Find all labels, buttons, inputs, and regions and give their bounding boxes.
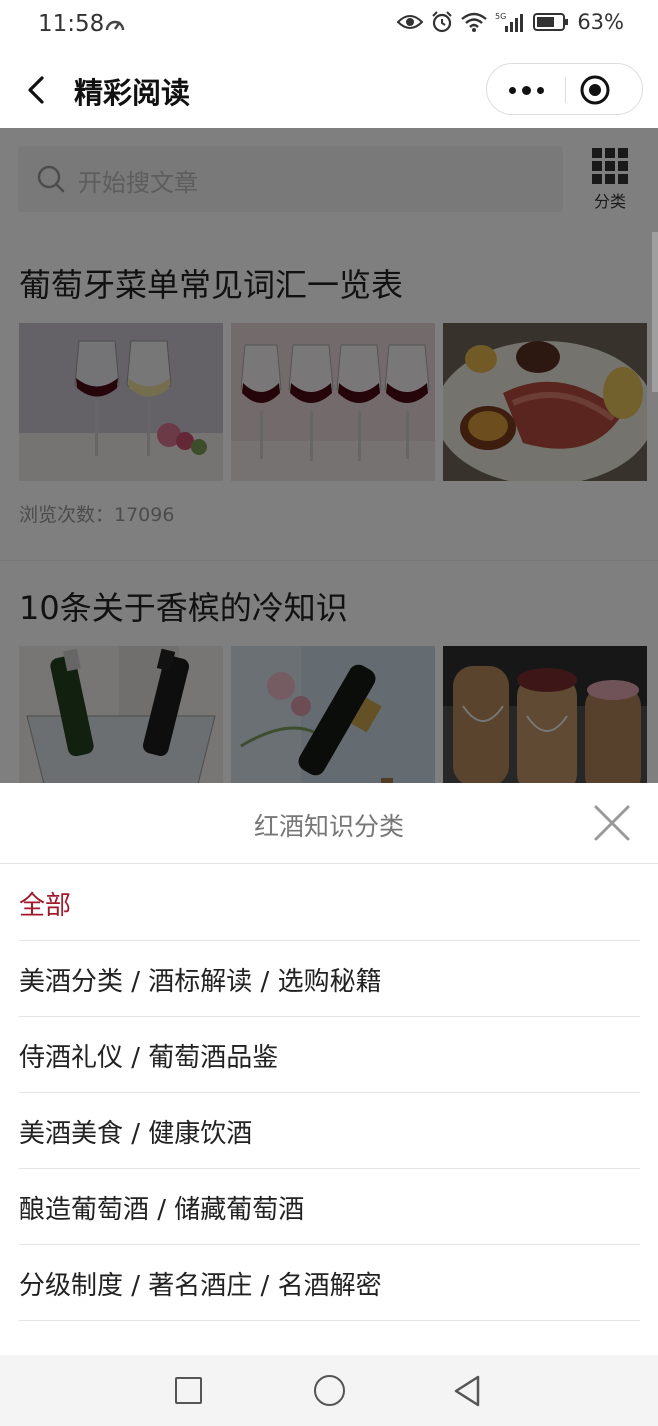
alarm-icon: [432, 11, 453, 33]
battery-icon: [533, 13, 569, 31]
category-item-label: 美酒美食 / 健康饮酒: [19, 1119, 253, 1149]
more-dot-icon: [521, 85, 531, 95]
modal-overlay[interactable]: [0, 128, 658, 783]
signal-icon: 5G: [495, 12, 524, 32]
system-nav-bar: [0, 1355, 658, 1426]
close-miniprogram-icon[interactable]: [579, 74, 611, 106]
page-title: 精彩阅读: [74, 76, 191, 110]
battery-percent: 63%: [577, 10, 624, 34]
category-item-label: 分级制度 / 著名酒庄 / 名酒解密: [19, 1271, 382, 1301]
recent-apps-icon[interactable]: [175, 1377, 202, 1404]
svg-text:5G: 5G: [495, 12, 506, 21]
speed-icon: [105, 20, 125, 31]
category-item[interactable]: 分级制度 / 著名酒庄 / 名酒解密: [19, 1245, 640, 1321]
more-dot-icon: [508, 86, 516, 94]
mini-program-capsule: [486, 63, 643, 115]
category-item[interactable]: 美酒分类 / 酒标解读 / 选购秘籍: [19, 941, 640, 1017]
more-button[interactable]: [487, 64, 565, 116]
status-bar: 11:58 5G 63%: [0, 0, 658, 50]
system-back-icon[interactable]: [452, 1374, 484, 1408]
category-item-label: 酿造葡萄酒 / 储藏葡萄酒: [19, 1195, 305, 1225]
screen: 11:58 5G 63% 精彩阅读 红酒知识分类 全部 美酒分类 / 酒标解读 …: [0, 0, 658, 1426]
wifi-icon: [461, 12, 488, 32]
status-icons: 5G 63%: [397, 10, 624, 34]
category-item[interactable]: 美酒美食 / 健康饮酒: [19, 1093, 640, 1169]
category-item[interactable]: 侍酒礼仪 / 葡萄酒品鉴: [19, 1017, 640, 1093]
category-item[interactable]: 酿造葡萄酒 / 储藏葡萄酒: [19, 1169, 640, 1245]
category-list: 全部 美酒分类 / 酒标解读 / 选购秘籍 侍酒礼仪 / 葡萄酒品鉴 美酒美食 …: [0, 865, 658, 1321]
scrollbar[interactable]: [652, 232, 658, 392]
back-arrow-icon[interactable]: [20, 70, 54, 110]
sheet-title: 红酒知识分类: [253, 812, 404, 841]
category-item-all[interactable]: 全部: [19, 865, 640, 941]
eye-icon: [397, 15, 424, 29]
sheet-header: 红酒知识分类: [0, 783, 658, 864]
capsule-divider: [565, 77, 566, 103]
category-sheet: 红酒知识分类 全部 美酒分类 / 酒标解读 / 选购秘籍 侍酒礼仪 / 葡萄酒品…: [0, 783, 658, 1355]
close-icon[interactable]: [592, 803, 632, 843]
category-item-label: 美酒分类 / 酒标解读 / 选购秘籍: [19, 967, 382, 997]
category-item-label: 全部: [19, 891, 72, 921]
category-item-label: 侍酒礼仪 / 葡萄酒品鉴: [19, 1043, 279, 1073]
more-dot-icon: [536, 86, 544, 94]
status-time: 11:58: [38, 11, 105, 37]
home-icon[interactable]: [314, 1375, 345, 1406]
nav-bar: 精彩阅读: [0, 50, 658, 128]
